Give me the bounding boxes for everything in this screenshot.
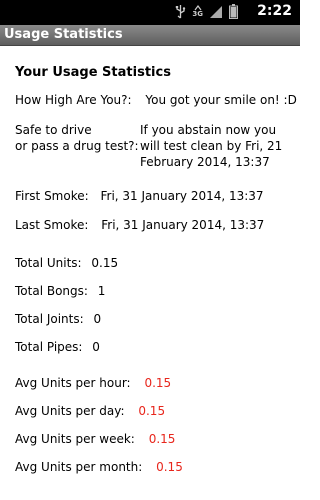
avg-month-row: Avg Units per month: 0.15 [15, 460, 183, 474]
avg-week-label: Avg Units per week: [15, 432, 135, 446]
stats-heading: Your Usage Statistics [15, 65, 171, 80]
last-smoke-row: Last Smoke: Fri, 31 January 2014, 13:37 [15, 218, 264, 232]
safe-to-drive-value-line1: If you abstain now you [140, 123, 277, 137]
safe-to-drive-value-line3: February 2014, 13:37 [140, 155, 270, 169]
page-title: Usage Statistics [4, 27, 123, 42]
avg-week-row: Avg Units per week: 0.15 [15, 432, 175, 446]
network-label: 3G [192, 10, 203, 18]
total-units-label: Total Units: [15, 256, 82, 270]
safe-to-drive-value-line2: will test clean by Fri, 21 [140, 139, 283, 153]
safe-to-drive-label-line1: Safe to drive [15, 123, 92, 137]
status-time: 2:22 [257, 3, 292, 19]
first-smoke-label: First Smoke: [15, 189, 89, 203]
avg-week-value: 0.15 [148, 432, 176, 446]
last-smoke-value: Fri, 31 January 2014, 13:37 [101, 218, 265, 232]
usb-icon [176, 4, 186, 19]
total-bongs-label: Total Bongs: [15, 284, 88, 298]
last-smoke-label: Last Smoke: [15, 218, 89, 232]
status-bar: 3G 2:22 [0, 0, 300, 25]
safe-to-drive-label-line2: or pass a drug test?: [15, 139, 139, 153]
how-high-label: How High Are You?: [15, 93, 132, 107]
battery-icon [229, 4, 238, 19]
stats-content[interactable]: Your Usage Statistics How High Are You?:… [0, 46, 300, 500]
total-pipes-label: Total Pipes: [15, 340, 83, 354]
total-joints-row: Total Joints: 0 [15, 312, 101, 326]
total-units-row: Total Units: 0.15 [15, 256, 118, 270]
how-high-row: How High Are You?: You got your smile on… [15, 93, 297, 107]
avg-hour-value: 0.15 [144, 376, 172, 390]
avg-hour-row: Avg Units per hour: 0.15 [15, 376, 171, 390]
avg-hour-label: Avg Units per hour: [15, 376, 131, 390]
total-joints-label: Total Joints: [15, 312, 84, 326]
how-high-value: You got your smile on! :D [145, 93, 297, 107]
avg-month-value: 0.15 [156, 460, 183, 474]
avg-day-row: Avg Units per day: 0.15 [15, 404, 165, 418]
total-pipes-value: 0 [92, 340, 100, 354]
total-bongs-row: Total Bongs: 1 [15, 284, 105, 298]
safe-to-drive-value: If you abstain now you will test clean b… [140, 122, 282, 170]
first-smoke-value: Fri, 31 January 2014, 13:37 [100, 189, 264, 203]
total-joints-value: 0 [93, 312, 102, 326]
total-units-value: 0.15 [91, 256, 119, 270]
avg-day-label: Avg Units per day: [15, 404, 125, 418]
title-bar: Usage Statistics [0, 25, 300, 46]
signal-icon [210, 5, 222, 18]
first-smoke-row: First Smoke: Fri, 31 January 2014, 13:37 [15, 189, 264, 203]
safe-to-drive-label: Safe to drive or pass a drug test?: [15, 122, 139, 154]
status-icons: 3G [175, 4, 238, 19]
total-bongs-value: 1 [97, 284, 106, 298]
avg-month-label: Avg Units per month: [15, 460, 143, 474]
avg-day-value: 0.15 [138, 404, 166, 418]
total-pipes-row: Total Pipes: 0 [15, 340, 100, 354]
network-3g-icon: 3G [192, 5, 203, 18]
